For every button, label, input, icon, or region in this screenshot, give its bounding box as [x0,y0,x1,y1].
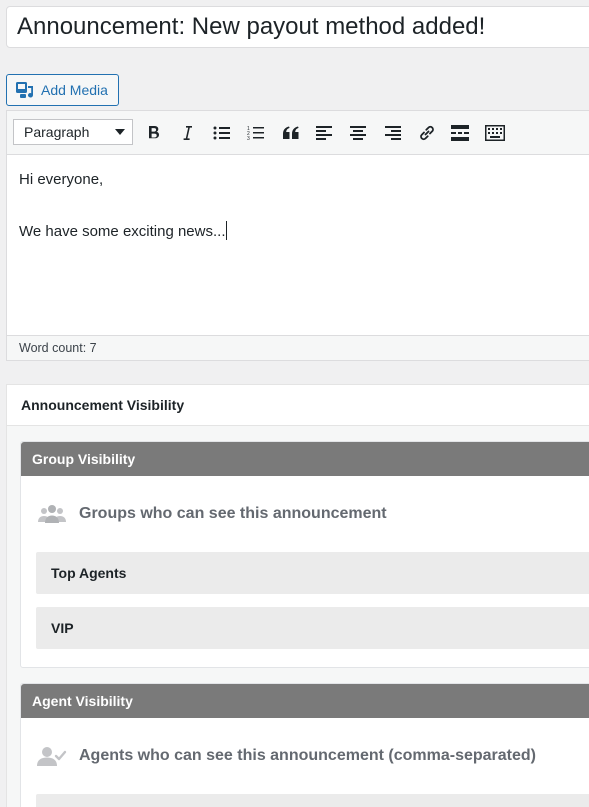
align-center-icon [350,126,366,140]
announcement-visibility-box: Announcement Visibility Group Visibility… [6,384,589,807]
toolbar-toggle-button[interactable] [483,121,507,145]
italic-button[interactable] [175,121,199,145]
format-select[interactable]: Paragraph [13,119,133,145]
word-count: Word count: 7 [19,341,97,355]
editor-paragraph: We have some exciting news... [19,221,228,240]
add-media-button[interactable]: Add Media [6,74,119,106]
agent-input[interactable] [36,794,589,807]
italic-icon [183,126,192,140]
align-center-button[interactable] [346,121,370,145]
visibility-inner: Group Visibility Groups who can see this… [7,426,589,807]
text-cursor [226,221,228,240]
bold-icon [149,126,159,139]
bulleted-list-button[interactable] [210,121,234,145]
align-left-icon [316,126,332,140]
bulleted-list-icon [213,126,230,140]
insert-link-button[interactable] [415,121,439,145]
group-visibility-header: Group Visibility [21,442,589,476]
groups-icon [38,505,66,523]
keyboard-icon [485,125,505,141]
agent-visibility-subtitle: Agents who can see this announcement (co… [79,747,536,764]
numbered-list-icon: 1 2 3 [247,126,264,141]
svg-text:3: 3 [247,136,250,141]
group-chip-vip[interactable]: VIP [36,607,589,649]
editor-paragraph: Hi everyone, [19,171,104,188]
announcement-visibility-title: Announcement Visibility [7,385,589,426]
agent-visibility-header: Agent Visibility [21,684,589,718]
bold-button[interactable] [142,121,166,145]
agent-check-icon [37,747,67,766]
title-input[interactable]: Announcement: New payout method added! [6,6,589,48]
format-select-value: Paragraph [24,124,90,140]
numbered-list-button[interactable]: 1 2 3 [244,121,268,145]
align-right-button[interactable] [381,121,405,145]
link-icon [420,125,434,141]
agent-visibility-panel: Agent Visibility Agents who can see this… [20,683,589,807]
agent-visibility-subtitle-row: Agents who can see this announcement (co… [21,718,589,794]
group-visibility-subtitle: Groups who can see this announcement [79,505,387,522]
blockquote-button[interactable] [279,121,303,145]
editor-content[interactable]: Hi everyone, We have some exciting news.… [7,155,589,336]
add-media-label: Add Media [41,82,108,98]
editor-statusbar: Word count: 7 [7,335,589,360]
group-visibility-panel: Group Visibility Groups who can see this… [20,441,589,668]
editor-toolbar: Paragraph 1 2 3 [7,111,589,155]
editor: Paragraph 1 2 3 Hi everyone, We have som… [6,110,589,361]
media-icon [16,82,33,98]
read-more-button[interactable] [448,121,472,145]
quote-icon [283,126,299,139]
chevron-down-icon [115,129,125,135]
align-right-icon [385,126,401,140]
read-more-icon [451,125,469,141]
group-chip-top-agents[interactable]: Top Agents [36,552,589,594]
group-visibility-subtitle-row: Groups who can see this announcement [21,476,589,552]
align-left-button[interactable] [312,121,336,145]
